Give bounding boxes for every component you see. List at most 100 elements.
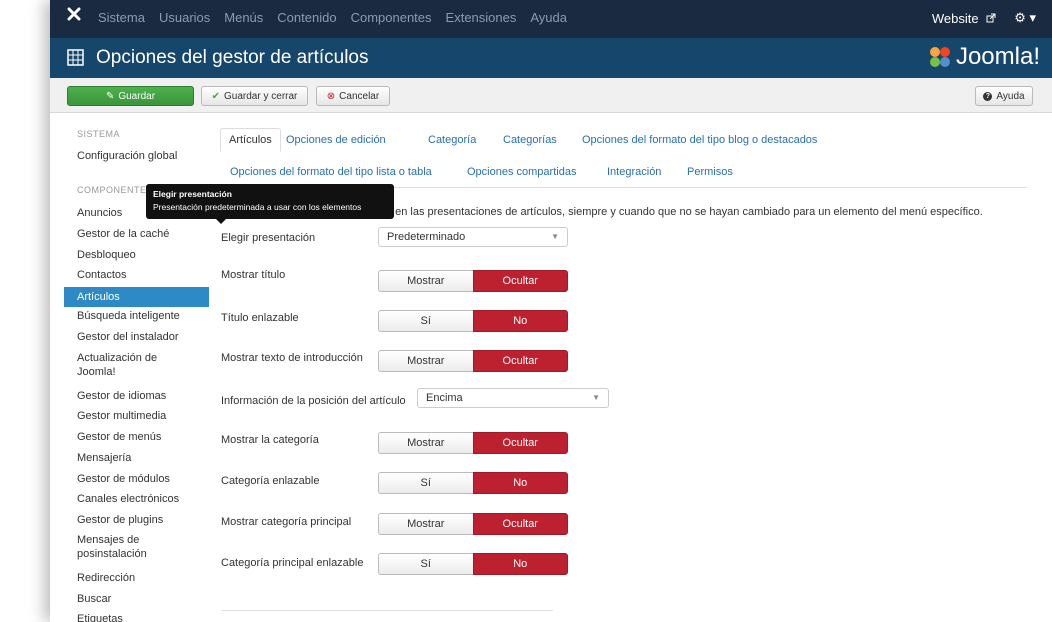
tab-permisos[interactable]: Permisos xyxy=(687,166,733,178)
website-label: Website xyxy=(931,10,979,26)
show-category-hide-button[interactable]: Ocultar xyxy=(472,432,568,454)
menu-ayuda[interactable]: Ayuda xyxy=(530,10,567,25)
chevron-down-icon: ▾ xyxy=(1029,10,1036,25)
sidebar-item-idiomas[interactable]: Gestor de idiomas xyxy=(64,389,209,403)
tab-articulos[interactable]: Artículos xyxy=(220,128,281,152)
gear-icon: ⚙ xyxy=(1014,10,1026,25)
linked-parent-no-button[interactable]: No xyxy=(472,553,568,575)
linked-title-yes-button[interactable]: Sí xyxy=(378,310,473,332)
user-menu[interactable]: ⚙ ▾ xyxy=(1014,10,1036,26)
save-button[interactable]: ✎ Guardar xyxy=(67,86,194,106)
sidebar-item-modulos[interactable]: Gestor de módulos xyxy=(64,472,209,486)
linked-title-toggle: Sí No xyxy=(378,310,568,332)
linked-category-no-button[interactable]: No xyxy=(472,472,568,494)
show-intro-hide-button[interactable]: Ocultar xyxy=(472,350,568,372)
tab-opciones-compartidas[interactable]: Opciones compartidas xyxy=(467,166,576,178)
sidebar-item-global-config[interactable]: Configuración global xyxy=(64,149,209,163)
linked-title-label: Título enlazable xyxy=(221,312,299,324)
linked-category-label: Categoría enlazable xyxy=(221,475,320,487)
sidebar-item-plugins[interactable]: Gestor de plugins xyxy=(64,513,209,527)
show-intro-label: Mostrar texto de introducción xyxy=(221,352,363,364)
show-intro-toggle: Mostrar Ocultar xyxy=(378,350,568,372)
sidebar-item-instalador[interactable]: Gestor del instalador xyxy=(64,330,209,344)
sidebar-item-menus[interactable]: Gestor de menús xyxy=(64,430,209,444)
tooltip-title: Elegir presentación xyxy=(153,189,232,199)
linked-category-yes-button[interactable]: Sí xyxy=(378,472,473,494)
sidebar-item-posinstalacion[interactable]: Mensajes de posinstalación xyxy=(64,533,174,561)
layout-label: Elegir presentación xyxy=(221,232,316,244)
sidebar-item-canales[interactable]: Canales electrónicos xyxy=(64,492,209,506)
sidebar-item-cache[interactable]: Gestor de la caché xyxy=(64,227,209,241)
help-circle-icon: ? xyxy=(983,91,993,101)
cancel-label: Cancelar xyxy=(339,90,380,102)
help-label: Ayuda xyxy=(996,90,1025,102)
topbar-right: Website ⚙ ▾ xyxy=(932,10,1036,26)
show-parent-toggle: Mostrar Ocultar xyxy=(378,513,568,535)
sidebar-item-redireccion[interactable]: Redirección xyxy=(64,571,209,585)
page-title: Opciones del gestor de artículos xyxy=(96,47,369,68)
toolbar: ✎ Guardar ✔ Guardar y cerrar ⊗ Cancelar … xyxy=(50,78,1052,113)
sidebar-item-articulos[interactable]: Artículos xyxy=(64,287,209,307)
sidebar-header-components: COMPONENTES xyxy=(77,185,154,195)
menu-extensiones[interactable]: Extensiones xyxy=(446,10,517,25)
brand-text: Joomla! xyxy=(955,43,1040,70)
menu-usuarios[interactable]: Usuarios xyxy=(159,10,210,25)
info-position-select-value: Encima xyxy=(426,392,463,404)
show-parent-show-button[interactable]: Mostrar xyxy=(378,513,473,535)
sidebar-item-multimedia[interactable]: Gestor multimedia xyxy=(64,409,209,423)
sidebar-item-busqueda[interactable]: Búsqueda inteligente xyxy=(64,309,209,323)
external-link-icon xyxy=(986,13,996,22)
save-close-button[interactable]: ✔ Guardar y cerrar xyxy=(201,86,308,106)
linked-parent-label: Categoría principal enlazable xyxy=(221,557,364,569)
linked-title-no-button[interactable]: No xyxy=(472,310,568,332)
edit-icon: ✎ xyxy=(105,90,115,102)
tooltip-arrow xyxy=(216,219,226,224)
show-title-label: Mostrar título xyxy=(221,269,286,281)
show-category-label: Mostrar la categoría xyxy=(221,434,319,446)
sidebar-item-contactos[interactable]: Contactos xyxy=(64,268,209,282)
help-button[interactable]: ? Ayuda xyxy=(975,86,1033,106)
save-close-label: Guardar y cerrar xyxy=(224,90,298,102)
website-link[interactable]: Website xyxy=(932,11,996,26)
tab-formato-lista[interactable]: Opciones del formato del tipo lista o ta… xyxy=(230,166,432,178)
show-parent-label: Mostrar categoría principal xyxy=(221,516,352,528)
show-title-show-button[interactable]: Mostrar xyxy=(378,270,473,292)
cancel-button[interactable]: ⊗ Cancelar xyxy=(316,86,390,106)
layout-select[interactable]: Predeterminado ▼ xyxy=(378,227,568,247)
sidebar-item-buscar[interactable]: Buscar xyxy=(64,592,209,606)
cancel-circle-icon: ⊗ xyxy=(326,90,336,102)
show-title-hide-button[interactable]: Ocultar xyxy=(472,270,568,292)
tab-categorias[interactable]: Categorías xyxy=(503,134,557,146)
tab-categoria[interactable]: Categoría xyxy=(428,134,476,146)
title-bar: Opciones del gestor de artículos Joomla! xyxy=(50,38,1052,78)
tab-opciones-edicion[interactable]: Opciones de edición xyxy=(286,134,386,146)
show-intro-show-button[interactable]: Mostrar xyxy=(378,350,473,372)
joomla-brand: Joomla! xyxy=(928,43,1040,71)
info-position-select[interactable]: Encima ▼ xyxy=(417,388,609,408)
sidebar-item-actualizacion[interactable]: Actualización de Joomla! xyxy=(64,351,174,379)
form-bottom-divider xyxy=(221,610,553,611)
sidebar-item-desbloqueo[interactable]: Desbloqueo xyxy=(64,248,209,262)
linked-category-toggle: Sí No xyxy=(378,472,568,494)
show-title-toggle: Mostrar Ocultar xyxy=(378,270,568,292)
joomla-x-icon[interactable] xyxy=(67,7,81,21)
menu-sistema[interactable]: Sistema xyxy=(98,10,145,25)
tooltip: Elegir presentación Presentación predete… xyxy=(146,184,394,224)
sidebar-header-system: SISTEMA xyxy=(77,129,121,139)
tab-integracion[interactable]: Integración xyxy=(607,166,661,178)
layout-select-value: Predeterminado xyxy=(387,231,466,243)
sidebar-item-etiquetas[interactable]: Etiquetas xyxy=(64,612,209,622)
top-menubar: Sistema Usuarios Menús Contenido Compone… xyxy=(50,0,1052,38)
sidebar-item-mensajeria[interactable]: Mensajería xyxy=(64,451,209,465)
info-position-label: Información de la posición del artículo xyxy=(221,395,406,407)
tab-formato-blog[interactable]: Opciones del formato del tipo blog o des… xyxy=(582,134,817,146)
chevron-down-icon: ▼ xyxy=(551,232,559,241)
linked-parent-yes-button[interactable]: Sí xyxy=(378,553,473,575)
menu-menus[interactable]: Menús xyxy=(224,10,263,25)
check-icon: ✔ xyxy=(211,90,221,102)
show-parent-hide-button[interactable]: Ocultar xyxy=(472,513,568,535)
menu-contenido[interactable]: Contenido xyxy=(277,10,336,25)
menu-componentes[interactable]: Componentes xyxy=(351,10,432,25)
show-category-show-button[interactable]: Mostrar xyxy=(378,432,473,454)
linked-parent-toggle: Sí No xyxy=(378,553,568,575)
